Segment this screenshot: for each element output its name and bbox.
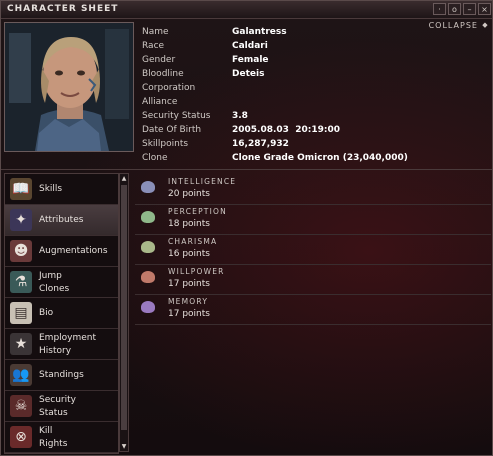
info-row-corporation: Corporation <box>142 81 472 95</box>
title-bar[interactable]: CHARACTER SHEET · o – × <box>1 1 492 19</box>
perception-brain-icon <box>141 211 155 223</box>
info-row-name: Name Galantress <box>142 25 472 39</box>
window-title: CHARACTER SHEET <box>7 4 119 14</box>
attribute-name: PERCEPTION <box>168 207 227 216</box>
sidebar-item-bio[interactable]: ▤ Bio <box>5 298 118 329</box>
attribute-value: 20 points <box>168 189 210 199</box>
sidebar-item-label: Attributes <box>39 215 84 225</box>
race-value: Caldari <box>232 41 268 51</box>
sidebar-item-standings[interactable]: 👥 Standings <box>5 360 118 391</box>
character-sheet-window: CHARACTER SHEET · o – × COLLAPSE ◆ Name <box>0 0 493 456</box>
attribute-row-intelligence[interactable]: INTELLIGENCE 20 points <box>135 175 491 205</box>
info-row-alliance: Alliance <box>142 95 472 109</box>
attribute-value: 16 points <box>168 249 210 259</box>
sidebar-item-label: Security Status <box>39 394 76 418</box>
sidebar-item-label: Jump Clones <box>39 270 70 294</box>
corporation-label: Corporation <box>142 83 196 93</box>
gender-value: Female <box>232 55 269 65</box>
attribute-name: WILLPOWER <box>168 267 225 276</box>
book-icon: 📖 <box>10 178 32 200</box>
date-of-birth-label: Date Of Birth <box>142 125 202 135</box>
section-divider <box>1 169 492 170</box>
sidebar-item-employment-history[interactable]: ★ Employment History <box>5 329 118 360</box>
sidebar-item-label: Skills <box>39 184 63 194</box>
sidebar-item-skills[interactable]: 📖 Skills <box>5 174 118 205</box>
attribute-value: 17 points <box>168 309 210 319</box>
skillpoints-label: Skillpoints <box>142 139 189 149</box>
close-button[interactable]: × <box>478 3 491 15</box>
sidebar-item-label: Standings <box>39 370 84 380</box>
attribute-row-charisma[interactable]: CHARISMA 16 points <box>135 235 491 265</box>
info-row-date-of-birth: Date Of Birth 2005.08.03 20:19:00 <box>142 123 472 137</box>
implant-head-icon: ☻ <box>10 240 32 262</box>
sidebar-item-jump-clones[interactable]: ⚗ Jump Clones <box>5 267 118 298</box>
sidebar-item-kill-rights[interactable]: ⊗ Kill Rights <box>5 422 118 453</box>
skull-crossbones-icon: ☠ <box>10 395 32 417</box>
intelligence-brain-icon <box>141 181 155 193</box>
sidebar-item-label: Augmentations <box>39 246 108 256</box>
attribute-name: CHARISMA <box>168 237 218 246</box>
gender-label: Gender <box>142 55 176 65</box>
attribute-value: 18 points <box>168 219 210 229</box>
sidebar-item-label: Kill Rights <box>39 425 68 449</box>
info-row-race: Race Caldari <box>142 39 472 53</box>
name-value: Galantress <box>232 27 287 37</box>
kill-rights-icon: ⊗ <box>10 426 32 448</box>
sidebar-item-security-status[interactable]: ☠ Security Status <box>5 391 118 422</box>
bio-card-icon: ▤ <box>10 302 32 324</box>
attributes-list: INTELLIGENCE 20 points PERCEPTION 18 poi… <box>135 175 491 325</box>
name-label: Name <box>142 27 169 37</box>
charisma-brain-icon <box>141 241 155 253</box>
sidebar-nav: 📖 Skills ✦ Attributes ☻ Augmentations ⚗ … <box>4 173 119 454</box>
bloodline-value[interactable]: Deteis <box>232 67 264 81</box>
attribute-row-memory[interactable]: MEMORY 17 points <box>135 295 491 325</box>
info-button[interactable]: · <box>433 3 446 15</box>
willpower-brain-icon <box>141 271 155 283</box>
attribute-name: MEMORY <box>168 297 209 306</box>
scroll-up-arrow-icon[interactable]: ▲ <box>120 174 128 183</box>
security-status-value: 3.8 <box>232 111 248 121</box>
attribute-value: 17 points <box>168 279 210 289</box>
portrait-image <box>5 23 133 151</box>
sidebar-item-augmentations[interactable]: ☻ Augmentations <box>5 236 118 267</box>
pin-button[interactable]: o <box>448 3 461 15</box>
bloodline-label: Bloodline <box>142 69 184 79</box>
clone-label: Clone <box>142 153 168 163</box>
info-row-bloodline: Bloodline Deteis <box>142 67 472 81</box>
sidebar-item-label: Bio <box>39 308 54 318</box>
scrollbar-thumb[interactable] <box>121 185 127 430</box>
attributes-icon: ✦ <box>10 209 32 231</box>
sidebar-item-label: Employment History <box>39 332 97 356</box>
race-label: Race <box>142 41 165 51</box>
skillpoints-value: 16,287,932 <box>232 139 289 149</box>
collapse-arrow-icon[interactable]: ◆ <box>481 21 489 29</box>
info-row-gender: Gender Female <box>142 53 472 67</box>
clone-value: Clone Grade Omicron (23,040,000) <box>232 153 408 163</box>
sidebar-scrollbar[interactable]: ▲ ▼ <box>119 173 129 452</box>
alliance-label: Alliance <box>142 97 178 107</box>
date-of-birth-value: 2005.08.03 20:19:00 <box>232 125 340 135</box>
attribute-row-perception[interactable]: PERCEPTION 18 points <box>135 205 491 235</box>
security-status-label: Security Status <box>142 111 211 121</box>
memory-brain-icon <box>141 301 155 313</box>
info-row-security-status: Security Status 3.8 <box>142 109 472 123</box>
info-row-clone: Clone Clone Grade Omicron (23,040,000) <box>142 151 472 165</box>
sidebar-item-attributes[interactable]: ✦ Attributes <box>5 205 118 236</box>
minimize-button[interactable]: – <box>463 3 476 15</box>
standings-people-icon: 👥 <box>10 364 32 386</box>
character-info: Name Galantress Race Caldari Gender Fema… <box>142 25 472 165</box>
attribute-row-willpower[interactable]: WILLPOWER 17 points <box>135 265 491 295</box>
character-portrait[interactable] <box>4 22 134 152</box>
info-row-skillpoints: Skillpoints 16,287,932 <box>142 137 472 151</box>
scroll-down-arrow-icon[interactable]: ▼ <box>120 442 128 451</box>
attribute-name: INTELLIGENCE <box>168 177 237 186</box>
employment-stars-icon: ★ <box>10 333 32 355</box>
clone-vat-icon: ⚗ <box>10 271 32 293</box>
